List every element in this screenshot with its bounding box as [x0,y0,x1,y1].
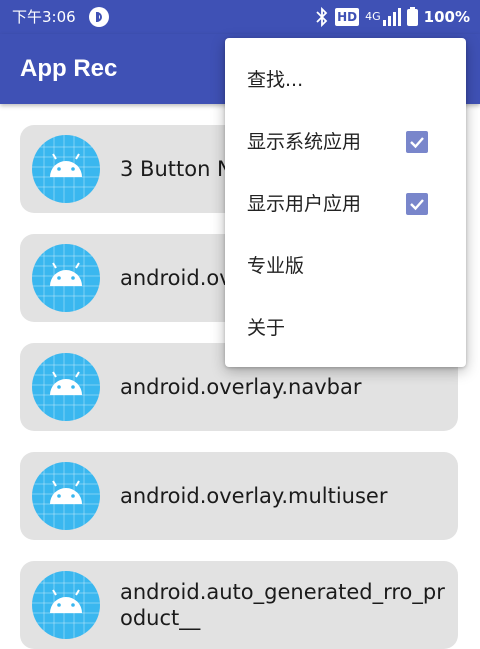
menu-item-show-system-apps[interactable]: 显示系统应用 [225,111,466,173]
app-list-item[interactable]: android.auto_generated_rro_product__ [20,561,458,649]
app-name: android.overlay.multiuser [120,484,388,508]
android-app-icon [32,353,100,421]
battery-percent: 100% [423,8,470,26]
menu-item-label: 显示用户应用 [247,193,362,215]
menu-item-label: 查找... [247,69,304,91]
android-app-icon [32,462,100,530]
battery-icon [406,6,418,26]
menu-item-label: 关于 [247,317,286,339]
menu-item-label: 专业版 [247,255,305,277]
bluetooth-icon [316,6,328,28]
show-system-apps-checkbox[interactable] [406,131,428,153]
hd-badge: HD [335,8,360,26]
app-notification-icon [89,7,109,27]
status-time: 下午3:06 [12,8,76,26]
app-list-item[interactable]: android.overlay.multiuser [20,452,458,540]
checkmark-icon [410,137,424,149]
app-name: android.overlay.navbar [120,375,362,399]
network-type-label: 4G [365,10,381,23]
menu-item-about[interactable]: 关于 [225,297,466,359]
checkmark-icon [410,199,424,211]
app-title: App Rec [20,55,118,82]
signal-icon [382,8,401,26]
android-app-icon [32,571,100,639]
status-bar: 下午3:06 HD 4G 100% [0,0,480,34]
menu-item-pro-version[interactable]: 专业版 [225,235,466,297]
android-app-icon [32,244,100,312]
status-icons: HD 4G 100% [315,5,470,29]
app-name: android.auto_generated_rro_product__ [120,580,445,630]
show-user-apps-checkbox[interactable] [406,193,428,215]
menu-item-search[interactable]: 查找... [225,49,466,111]
menu-item-label: 显示系统应用 [247,131,362,153]
overflow-menu: 查找... 显示系统应用 显示用户应用 专业版 关于 [225,38,466,367]
android-app-icon [32,135,100,203]
menu-item-show-user-apps[interactable]: 显示用户应用 [225,173,466,235]
